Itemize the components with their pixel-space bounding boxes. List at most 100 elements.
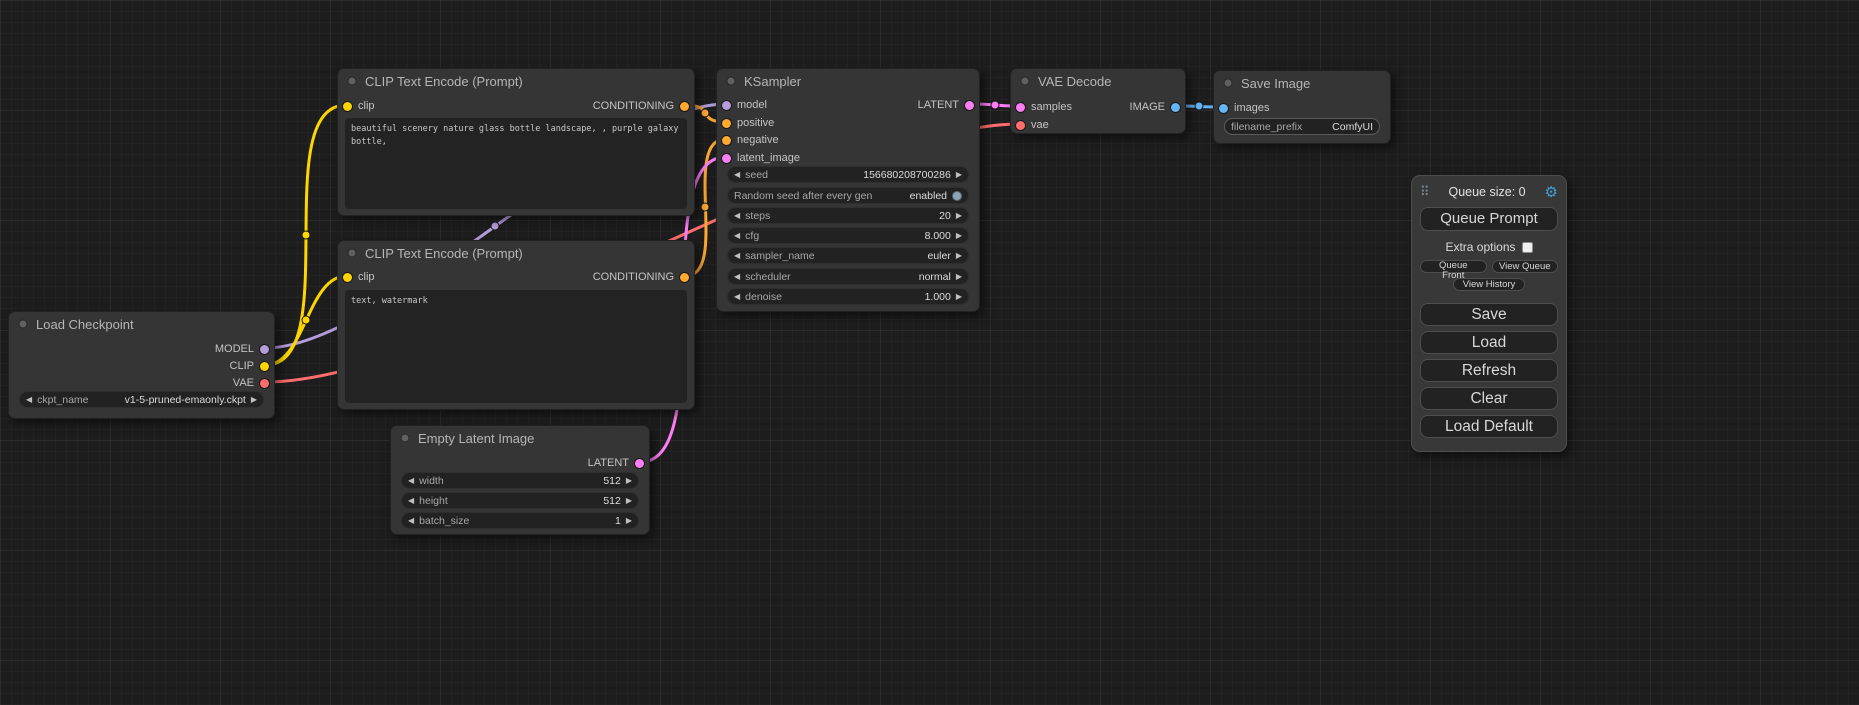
output-port-vae[interactable]: VAE	[233, 377, 269, 389]
widget-ckpt-name[interactable]: ◀ ckpt_name v1-5-pruned-emaonly.ckpt ▶	[19, 391, 264, 408]
decrease-arrow-icon[interactable]: ◀	[734, 252, 740, 260]
image-port-icon[interactable]	[1171, 103, 1180, 112]
collapse-dot-icon[interactable]	[1020, 76, 1030, 86]
increase-arrow-icon[interactable]: ▶	[626, 497, 632, 505]
increase-arrow-icon[interactable]: ▶	[626, 477, 632, 485]
input-port-model[interactable]: model	[722, 99, 767, 111]
widget-filename-prefix[interactable]: filename_prefix ComfyUI	[1224, 118, 1380, 135]
input-port-positive[interactable]: positive	[722, 117, 774, 129]
widget-width[interactable]: ◀ width 512 ▶	[401, 472, 639, 489]
conditioning-port-icon[interactable]	[680, 273, 689, 282]
clip-port-icon[interactable]	[343, 102, 352, 111]
widget-batch-size[interactable]: ◀ batch_size 1 ▶	[401, 512, 639, 529]
increase-arrow-icon[interactable]: ▶	[956, 212, 962, 220]
decrease-arrow-icon[interactable]: ◀	[734, 293, 740, 301]
decrease-arrow-icon[interactable]: ◀	[734, 273, 740, 281]
output-port-conditioning[interactable]: CONDITIONING	[593, 271, 689, 283]
increase-arrow-icon[interactable]: ▶	[956, 293, 962, 301]
collapse-dot-icon[interactable]	[400, 433, 410, 443]
widget-scheduler[interactable]: ◀ scheduler normal ▶	[727, 268, 969, 285]
clip-port-icon[interactable]	[343, 273, 352, 282]
decrease-arrow-icon[interactable]: ◀	[408, 517, 414, 525]
widget-denoise[interactable]: ◀ denoise 1.000 ▶	[727, 288, 969, 305]
settings-gear-icon[interactable]: ⚙	[1545, 185, 1558, 200]
decrease-arrow-icon[interactable]: ◀	[734, 212, 740, 220]
increase-arrow-icon[interactable]: ▶	[251, 396, 257, 404]
queue-front-button[interactable]: Queue Front	[1420, 260, 1487, 273]
node-vae-decode[interactable]: VAE Decode samples vae IMAGE	[1010, 68, 1186, 134]
input-port-vae[interactable]: vae	[1016, 119, 1049, 131]
conditioning-port-icon[interactable]	[722, 136, 731, 145]
increase-arrow-icon[interactable]: ▶	[956, 252, 962, 260]
latent-port-icon[interactable]	[1016, 103, 1025, 112]
clip-port-icon[interactable]	[260, 362, 269, 371]
load-default-button[interactable]: Load Default	[1420, 415, 1558, 438]
node-title: Save Image	[1241, 76, 1310, 91]
port-label: model	[737, 99, 767, 111]
save-button[interactable]: Save	[1420, 303, 1558, 326]
queue-prompt-button[interactable]: Queue Prompt	[1420, 207, 1558, 231]
toggle-knob-icon[interactable]	[952, 191, 962, 201]
decrease-arrow-icon[interactable]: ◀	[408, 477, 414, 485]
input-port-samples[interactable]: samples	[1016, 101, 1072, 113]
load-button[interactable]: Load	[1420, 331, 1558, 354]
output-port-clip[interactable]: CLIP	[230, 360, 269, 372]
refresh-button[interactable]: Refresh	[1420, 359, 1558, 382]
node-ksampler[interactable]: KSampler model positive negative latent_…	[716, 68, 980, 312]
collapse-dot-icon[interactable]	[347, 248, 357, 258]
view-queue-button[interactable]: View Queue	[1492, 260, 1559, 273]
decrease-arrow-icon[interactable]: ◀	[408, 497, 414, 505]
prompt-text-area[interactable]: beautiful scenery nature glass bottle la…	[345, 118, 687, 209]
widget-label: filename_prefix	[1231, 121, 1302, 133]
vae-port-icon[interactable]	[1016, 121, 1025, 130]
widget-height[interactable]: ◀ height 512 ▶	[401, 492, 639, 509]
input-port-negative[interactable]: negative	[722, 134, 779, 146]
node-clip-text-encode-positive[interactable]: CLIP Text Encode (Prompt) clip CONDITION…	[337, 68, 695, 216]
view-history-button[interactable]: View History	[1453, 278, 1525, 291]
latent-port-icon[interactable]	[965, 101, 974, 110]
drag-handle-icon[interactable]: ⠿	[1420, 184, 1430, 200]
increase-arrow-icon[interactable]: ▶	[956, 232, 962, 240]
output-port-latent[interactable]: LATENT	[588, 457, 644, 469]
node-clip-text-encode-negative[interactable]: CLIP Text Encode (Prompt) clip CONDITION…	[337, 240, 695, 410]
collapse-dot-icon[interactable]	[347, 76, 357, 86]
conditioning-port-icon[interactable]	[680, 102, 689, 111]
latent-port-icon[interactable]	[635, 459, 644, 468]
input-port-images[interactable]: images	[1219, 102, 1269, 114]
increase-arrow-icon[interactable]: ▶	[626, 517, 632, 525]
node-empty-latent-image[interactable]: Empty Latent Image LATENT ◀ width 512 ▶ …	[390, 425, 650, 535]
widget-steps[interactable]: ◀ steps 20 ▶	[727, 207, 969, 224]
image-port-icon[interactable]	[1219, 104, 1228, 113]
widget-random-seed-toggle[interactable]: Random seed after every gen enabled	[727, 187, 969, 204]
extra-options-checkbox[interactable]	[1522, 242, 1533, 253]
vae-port-icon[interactable]	[260, 379, 269, 388]
input-port-latent-image[interactable]: latent_image	[722, 152, 800, 164]
collapse-dot-icon[interactable]	[1223, 78, 1233, 88]
clear-button[interactable]: Clear	[1420, 387, 1558, 410]
collapse-dot-icon[interactable]	[726, 76, 736, 86]
node-title-bar: Load Checkpoint	[9, 312, 274, 336]
latent-port-icon[interactable]	[722, 154, 731, 163]
increase-arrow-icon[interactable]: ▶	[956, 273, 962, 281]
output-port-latent[interactable]: LATENT	[918, 99, 974, 111]
collapse-dot-icon[interactable]	[18, 319, 28, 329]
input-port-clip[interactable]: clip	[343, 271, 375, 283]
model-port-icon[interactable]	[722, 101, 731, 110]
output-port-image[interactable]: IMAGE	[1130, 101, 1180, 113]
widget-seed[interactable]: ◀ seed 156680208700286 ▶	[727, 166, 969, 183]
decrease-arrow-icon[interactable]: ◀	[734, 171, 740, 179]
output-port-model[interactable]: MODEL	[215, 343, 269, 355]
prompt-text-area[interactable]: text, watermark	[345, 290, 687, 403]
widget-cfg[interactable]: ◀ cfg 8.000 ▶	[727, 227, 969, 244]
queue-menu-panel[interactable]: ⠿ Queue size: 0 ⚙ Queue Prompt Extra opt…	[1411, 175, 1567, 452]
conditioning-port-icon[interactable]	[722, 119, 731, 128]
decrease-arrow-icon[interactable]: ◀	[734, 232, 740, 240]
node-save-image[interactable]: Save Image images filename_prefix ComfyU…	[1213, 70, 1391, 144]
node-load-checkpoint[interactable]: Load Checkpoint MODEL CLIP VAE ◀ ckpt_na…	[8, 311, 275, 419]
output-port-conditioning[interactable]: CONDITIONING	[593, 100, 689, 112]
increase-arrow-icon[interactable]: ▶	[956, 171, 962, 179]
model-port-icon[interactable]	[260, 345, 269, 354]
input-port-clip[interactable]: clip	[343, 100, 375, 112]
widget-sampler-name[interactable]: ◀ sampler_name euler ▶	[727, 247, 969, 264]
decrease-arrow-icon[interactable]: ◀	[26, 396, 32, 404]
